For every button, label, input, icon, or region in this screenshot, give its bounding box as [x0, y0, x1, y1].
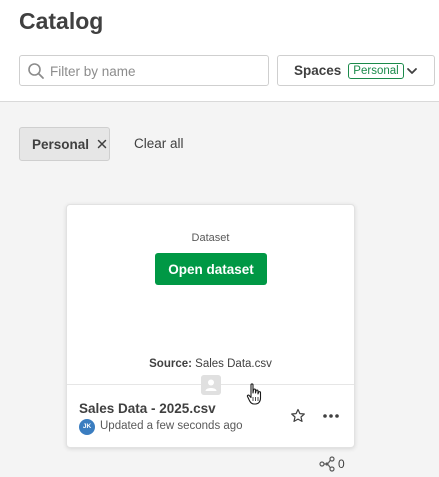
- card-type-label: Dataset: [191, 232, 230, 244]
- dataset-card[interactable]: Dataset Open dataset Source: Sales Data.…: [66, 204, 355, 448]
- spaces-badge: Personal: [348, 62, 404, 79]
- lineage-count: 0: [338, 457, 345, 471]
- source-key: Source:: [149, 358, 192, 370]
- star-icon[interactable]: [290, 408, 306, 424]
- spaces-label: Spaces: [294, 63, 342, 78]
- lineage-indicator[interactable]: 0: [319, 456, 345, 472]
- header: Catalog Spaces Personal: [0, 0, 439, 102]
- updated-text: Updated a few seconds ago: [100, 420, 243, 432]
- search-input[interactable]: [50, 61, 260, 81]
- avatar: JK: [79, 419, 95, 435]
- search-box[interactable]: [19, 55, 269, 86]
- clear-all-button[interactable]: Clear all: [134, 136, 184, 151]
- card-title[interactable]: Sales Data - 2025.csv: [79, 401, 216, 416]
- source-value: Sales Data.csv: [195, 358, 272, 370]
- filter-chip-personal[interactable]: Personal: [19, 127, 110, 161]
- search-icon: [28, 63, 44, 79]
- close-icon[interactable]: [97, 139, 107, 149]
- filter-chip-label: Personal: [32, 136, 90, 152]
- more-horizontal-icon[interactable]: [322, 413, 340, 419]
- spaces-dropdown[interactable]: Spaces Personal: [277, 55, 435, 86]
- lineage-icon: [319, 456, 335, 472]
- hand-pointer-cursor: [246, 383, 262, 405]
- open-dataset-button[interactable]: Open dataset: [155, 253, 267, 285]
- user-icon: [201, 375, 221, 395]
- page-title: Catalog: [19, 8, 104, 34]
- chevron-down-icon: [407, 68, 417, 74]
- card-source: Source: Sales Data.csv: [67, 358, 354, 370]
